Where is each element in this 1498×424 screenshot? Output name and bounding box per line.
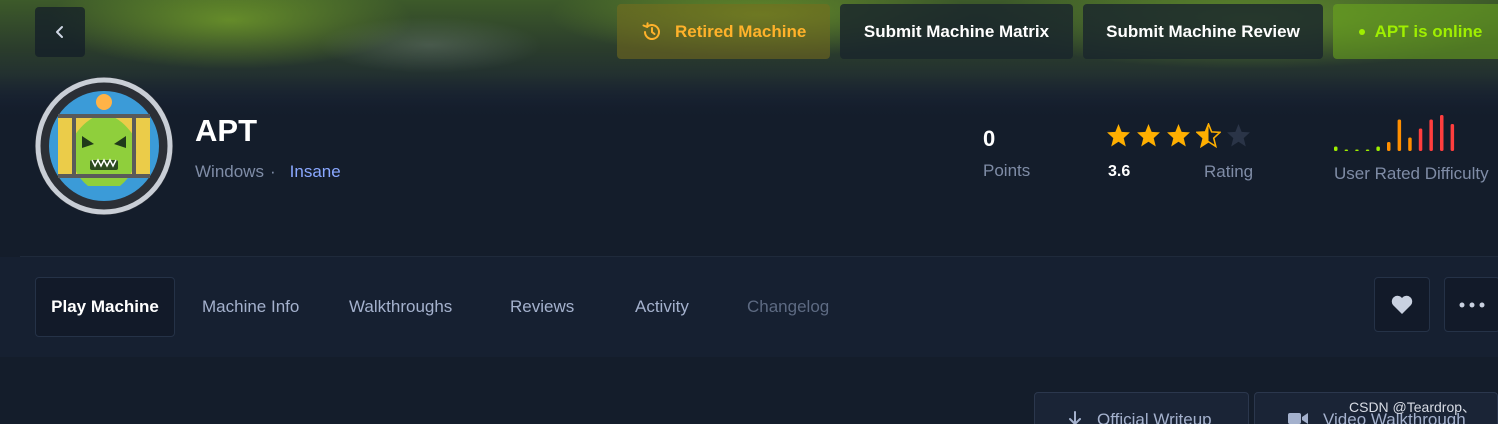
star-icon xyxy=(1137,124,1160,147)
difficulty-bar xyxy=(1418,128,1423,151)
tab-activity[interactable]: Activity xyxy=(635,277,689,337)
rating-value: 3.6 xyxy=(1108,163,1131,180)
history-icon xyxy=(642,21,660,40)
difficulty-bar xyxy=(1376,146,1380,151)
difficulty-bar xyxy=(1440,115,1444,151)
retired-machine-button[interactable]: Retired Machine xyxy=(617,4,830,59)
tab-play-machine[interactable]: Play Machine xyxy=(35,277,175,337)
difficulty-label: User Rated Difficulty xyxy=(1334,164,1489,183)
difficulty-bar xyxy=(1334,146,1338,151)
tab-changelog[interactable]: Changelog xyxy=(747,277,829,337)
tab-walkthroughs[interactable]: Walkthroughs xyxy=(349,277,452,337)
machine-actions: Retired Machine Submit Machine Matrix Su… xyxy=(617,4,1498,59)
retired-machine-label: Retired Machine xyxy=(675,21,807,41)
difficulty-bar xyxy=(1365,149,1370,151)
difficulty-bar xyxy=(1397,119,1402,151)
points-stat: 0 Points xyxy=(983,126,1030,181)
machine-page: Retired Machine Submit Machine Matrix Su… xyxy=(0,0,1498,424)
points-value: 0 xyxy=(983,126,996,151)
official-writeup-label: Official Writeup xyxy=(1097,410,1212,424)
difficulty-bar xyxy=(1355,149,1359,151)
machine-os: Windows xyxy=(195,162,264,181)
machine-name: APT xyxy=(195,113,257,148)
difficulty-bar xyxy=(1450,124,1455,151)
chevron-left-icon xyxy=(56,26,63,38)
favorite-button[interactable] xyxy=(1374,277,1430,332)
watermark: CSDN @Teardrop、 xyxy=(1349,399,1477,415)
star-icon xyxy=(1196,123,1221,148)
rating-stars xyxy=(1106,123,1251,148)
difficulty-bar xyxy=(1429,119,1433,151)
star-icon xyxy=(1167,124,1190,147)
video-camera-icon xyxy=(1288,413,1308,424)
more-dots-icon xyxy=(1459,302,1485,307)
machine-status-button[interactable]: APT is online xyxy=(1333,4,1498,59)
machine-difficulty[interactable]: Insane xyxy=(290,162,341,182)
difficulty-chart xyxy=(1334,115,1455,151)
meta-separator: · xyxy=(269,162,276,181)
online-dot-icon xyxy=(1358,28,1365,35)
back-button[interactable] xyxy=(35,7,85,57)
difficulty-bar xyxy=(1408,137,1412,151)
submit-matrix-button[interactable]: Submit Machine Matrix xyxy=(840,4,1073,59)
difficulty-bar xyxy=(1387,142,1391,151)
submit-review-button[interactable]: Submit Machine Review xyxy=(1083,4,1323,59)
tab-machine-info[interactable]: Machine Info xyxy=(202,277,299,337)
rating-label: Rating xyxy=(1204,162,1254,181)
star-icon xyxy=(1107,124,1130,147)
tab-reviews[interactable]: Reviews xyxy=(510,277,574,337)
download-icon xyxy=(1069,411,1081,424)
machine-meta: Windows · Insane xyxy=(195,162,341,182)
points-label: Points xyxy=(983,161,1031,180)
difficulty-bar xyxy=(1344,149,1349,151)
heart-icon xyxy=(1391,295,1413,314)
machine-avatar xyxy=(35,77,173,215)
more-options-button[interactable] xyxy=(1444,277,1498,332)
official-writeup-button[interactable]: Official Writeup xyxy=(1034,392,1249,424)
star-icon xyxy=(1227,124,1250,147)
machine-status-label: APT is online xyxy=(1374,21,1483,41)
